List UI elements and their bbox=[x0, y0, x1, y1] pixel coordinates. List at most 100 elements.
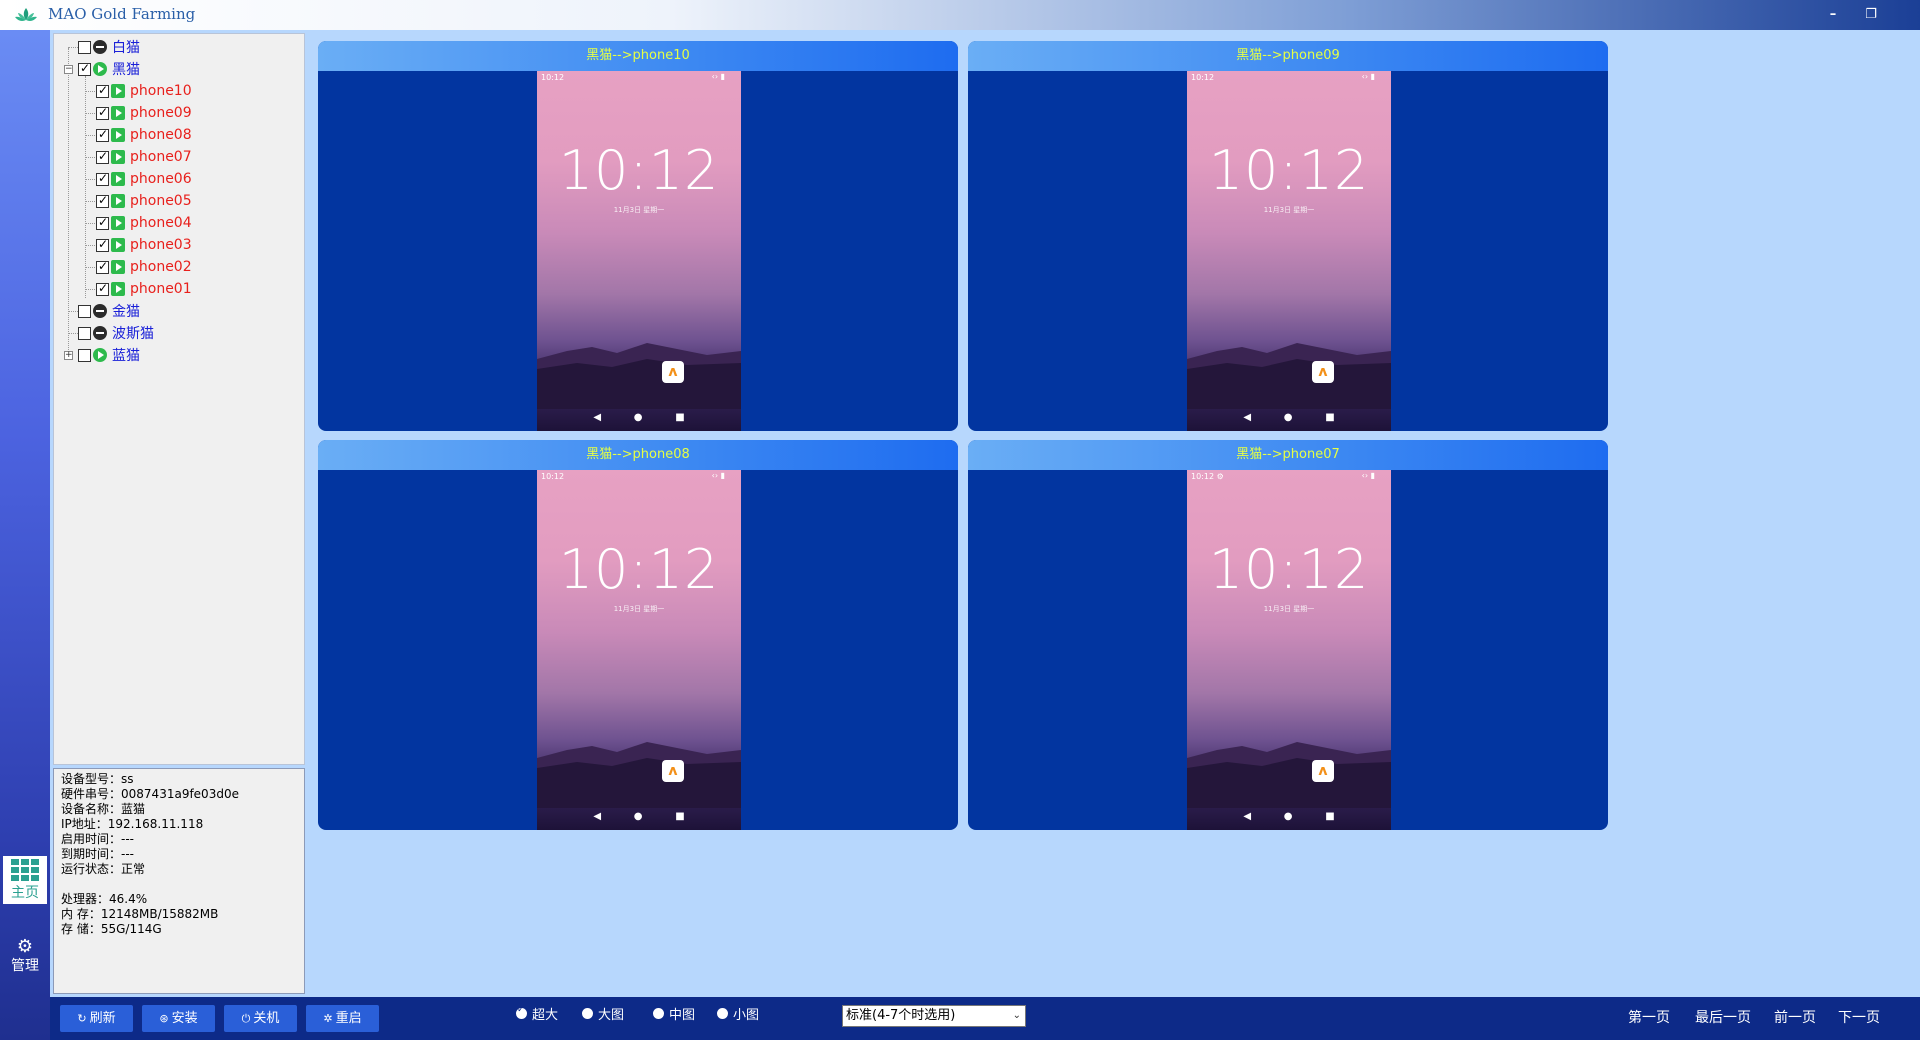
checkbox[interactable] bbox=[96, 281, 109, 296]
shutdown-button[interactable]: ⏻ 关机 bbox=[224, 1005, 297, 1032]
tree-device-row[interactable]: phone04 bbox=[96, 213, 192, 233]
tree-group-bosimao[interactable]: 波斯猫 bbox=[78, 323, 154, 343]
minimize-button[interactable]: – bbox=[1822, 5, 1844, 25]
tree-device-row[interactable]: phone07 bbox=[96, 147, 192, 167]
home-icon[interactable]: ● bbox=[1284, 412, 1293, 423]
run-status-icon bbox=[93, 62, 107, 76]
checkbox[interactable] bbox=[78, 348, 91, 362]
tree-line bbox=[85, 76, 86, 298]
tree-device-row[interactable]: phone02 bbox=[96, 257, 192, 277]
tree-device-row[interactable]: phone01 bbox=[96, 279, 192, 299]
checkbox[interactable] bbox=[78, 326, 91, 340]
tree-group-baimao[interactable]: 白猫 bbox=[78, 37, 140, 57]
home-icon[interactable]: ● bbox=[634, 412, 643, 423]
checkbox[interactable] bbox=[96, 171, 109, 186]
back-icon[interactable]: ◀ bbox=[1243, 811, 1251, 822]
phone-card[interactable]: 黑猫-->phone08 10:12 ‹› ▮ 10:12 11月3日 星期一 ʌ ◀ ● ■ bbox=[318, 440, 958, 830]
checkbox[interactable] bbox=[96, 215, 109, 230]
last-page-link[interactable]: 最后一页 bbox=[1695, 1007, 1751, 1027]
tree-device-row[interactable]: phone08 bbox=[96, 125, 192, 145]
status-bar-time: 10:12 ⚙ bbox=[1191, 472, 1224, 481]
prev-page-link[interactable]: 前一页 bbox=[1774, 1007, 1816, 1027]
nav-manage-button[interactable]: ⚙ 管理 bbox=[3, 932, 47, 980]
device-tree[interactable]: 白猫 − 黑猫 phone10 phone09 phone08 phone07 phon… bbox=[53, 33, 305, 765]
battery-icon: ‹› ▮ bbox=[711, 471, 725, 480]
size-radio-large[interactable]: 大图 bbox=[582, 1003, 624, 1023]
tree-device-row[interactable]: phone09 bbox=[96, 103, 192, 123]
checkbox[interactable] bbox=[96, 105, 109, 120]
device-label: phone03 bbox=[130, 237, 192, 253]
lockscreen-date: 11月3日 星期一 bbox=[1263, 605, 1315, 613]
tree-device-row[interactable]: phone05 bbox=[96, 191, 192, 211]
back-icon[interactable]: ◀ bbox=[1243, 412, 1251, 423]
run-status-icon bbox=[111, 150, 125, 164]
checkbox[interactable] bbox=[78, 61, 91, 76]
phone-screen[interactable]: 10:12 ‹› ▮ 10:12 11月3日 星期一 ʌ ◀ ● ■ bbox=[537, 71, 741, 431]
lockscreen-clock: 10:12 bbox=[558, 538, 720, 601]
phone-screen[interactable]: 10:12 ‹› ▮ 10:12 11月3日 星期一 ʌ ◀ ● ■ bbox=[537, 470, 741, 830]
tree-group-jinmao[interactable]: 金猫 bbox=[78, 301, 140, 321]
run-status-icon bbox=[93, 348, 107, 362]
layout-mode-select[interactable]: 标准(4-7个时选用) ⌄ bbox=[842, 1005, 1026, 1027]
radio-dot bbox=[717, 1007, 728, 1019]
run-status-icon bbox=[111, 84, 125, 98]
next-page-link[interactable]: 下一页 bbox=[1838, 1007, 1880, 1027]
battery-icon: ‹› ▮ bbox=[1361, 72, 1375, 81]
group-label: 蓝猫 bbox=[112, 348, 140, 364]
tree-device-row[interactable]: phone06 bbox=[96, 169, 192, 189]
checkbox[interactable] bbox=[96, 127, 109, 142]
tree-group-lanmao[interactable]: 蓝猫 bbox=[78, 345, 140, 365]
device-label: phone08 bbox=[130, 127, 192, 143]
checkbox[interactable] bbox=[96, 83, 109, 98]
recents-icon[interactable]: ■ bbox=[675, 811, 684, 822]
checkbox[interactable] bbox=[96, 149, 109, 164]
tree-device-row[interactable]: phone10 bbox=[96, 81, 192, 101]
install-button[interactable]: ⊛ 安装 bbox=[142, 1005, 215, 1032]
android-navbar: ◀ ● ■ bbox=[537, 406, 741, 428]
reboot-icon: ✲ bbox=[323, 1012, 333, 1025]
app-icon[interactable]: ʌ bbox=[662, 361, 684, 383]
left-nav: 主页 ⚙ 管理 bbox=[0, 30, 50, 1040]
gears-icon: ⚙ bbox=[16, 936, 34, 957]
collapse-icon[interactable]: − bbox=[64, 65, 73, 74]
checkbox[interactable] bbox=[96, 237, 109, 252]
reboot-button[interactable]: ✲ 重启 bbox=[306, 1005, 379, 1032]
back-icon[interactable]: ◀ bbox=[593, 412, 601, 423]
size-radio-small[interactable]: 小图 bbox=[717, 1003, 759, 1023]
recents-icon[interactable]: ■ bbox=[1325, 811, 1334, 822]
restore-button[interactable]: ❐ bbox=[1860, 5, 1882, 25]
first-page-link[interactable]: 第一页 bbox=[1628, 1007, 1670, 1027]
device-label: phone09 bbox=[130, 105, 192, 121]
stop-status-icon bbox=[93, 40, 107, 54]
mountain-wallpaper bbox=[537, 742, 741, 808]
mountain-wallpaper bbox=[537, 343, 741, 409]
tree-group-heimao[interactable]: 黑猫 bbox=[78, 59, 140, 79]
info-cpu: 处理器：46.4% bbox=[61, 892, 148, 906]
tree-line bbox=[68, 48, 69, 360]
phone-screen[interactable]: 10:12 ‹› ▮ 10:12 11月3日 星期一 ʌ ◀ ● ■ bbox=[1187, 71, 1391, 431]
back-icon[interactable]: ◀ bbox=[593, 811, 601, 822]
phone-card[interactable]: 黑猫-->phone07 10:12 ⚙ ‹› ▮ 10:12 11月3日 星期一 ʌ ◀ ●… bbox=[968, 440, 1608, 830]
tree-device-row[interactable]: phone03 bbox=[96, 235, 192, 255]
phone-card[interactable]: 黑猫-->phone10 10:12 ‹› ▮ 10:12 11月3日 星期一 ʌ ◀ ● ■ bbox=[318, 41, 958, 431]
app-icon[interactable]: ʌ bbox=[662, 760, 684, 782]
recents-icon[interactable]: ■ bbox=[675, 412, 684, 423]
refresh-button[interactable]: ↻ 刷新 bbox=[60, 1005, 133, 1032]
app-icon[interactable]: ʌ bbox=[1312, 361, 1334, 383]
recents-icon[interactable]: ■ bbox=[1325, 412, 1334, 423]
app-icon[interactable]: ʌ bbox=[1312, 760, 1334, 782]
phone-screen[interactable]: 10:12 ⚙ ‹› ▮ 10:12 11月3日 星期一 ʌ ◀ ● ■ bbox=[1187, 470, 1391, 830]
home-icon[interactable]: ● bbox=[634, 811, 643, 822]
nav-home-button[interactable]: 主页 bbox=[3, 856, 47, 904]
phone-card[interactable]: 黑猫-->phone09 10:12 ‹› ▮ 10:12 11月3日 星期一 ʌ ◀ ● ■ bbox=[968, 41, 1608, 431]
checkbox[interactable] bbox=[78, 40, 91, 54]
checkbox[interactable] bbox=[78, 304, 91, 318]
checkbox[interactable] bbox=[96, 259, 109, 274]
home-icon[interactable]: ● bbox=[1284, 811, 1293, 822]
size-radio-medium[interactable]: 中图 bbox=[653, 1003, 695, 1023]
stop-status-icon bbox=[93, 326, 107, 340]
checkbox[interactable] bbox=[96, 193, 109, 208]
expand-icon[interactable]: + bbox=[64, 351, 73, 360]
size-radio-xlarge[interactable]: 超大 bbox=[516, 1003, 558, 1023]
run-status-icon bbox=[111, 194, 125, 208]
